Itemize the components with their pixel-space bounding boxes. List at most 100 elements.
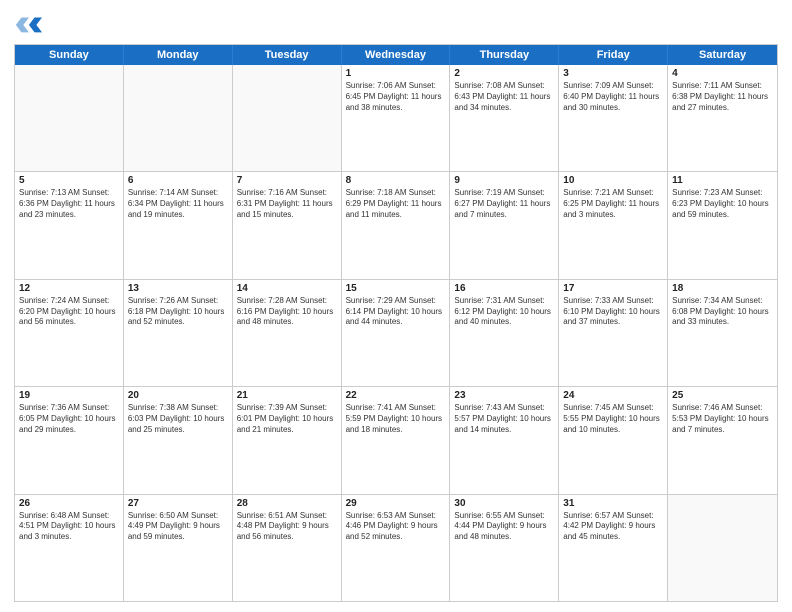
day-info: Sunrise: 6:51 AM Sunset: 4:48 PM Dayligh… bbox=[237, 511, 337, 543]
header-day-monday: Monday bbox=[124, 45, 233, 65]
day-info: Sunrise: 7:18 AM Sunset: 6:29 PM Dayligh… bbox=[346, 188, 446, 220]
day-cell-24: 24Sunrise: 7:45 AM Sunset: 5:55 PM Dayli… bbox=[559, 387, 668, 493]
day-info: Sunrise: 6:55 AM Sunset: 4:44 PM Dayligh… bbox=[454, 511, 554, 543]
day-cell-2: 2 Sunrise: 7:08 AM Sunset: 6:43 PM Daylig… bbox=[450, 65, 559, 171]
day-number: 4 bbox=[672, 68, 773, 79]
day-number: 9 bbox=[454, 175, 554, 186]
day-cell-19: 19 Sunrise: 7:36 AM Sunset: 6:05 PM Dayli… bbox=[15, 387, 124, 493]
day-info: Sunrise: 7:14 AM Sunset: 6:34 PM Dayligh… bbox=[128, 188, 228, 220]
day-info: Sunrise: 7:09 AM Sunset: 6:40 PM Dayligh… bbox=[563, 81, 663, 113]
day-cell-17: 17Sunrise: 7:33 AM Sunset: 6:10 PM Dayli… bbox=[559, 280, 668, 386]
day-number: 25 bbox=[672, 390, 773, 401]
empty-cell bbox=[15, 65, 124, 171]
day-cell-6: 6Sunrise: 7:14 AM Sunset: 6:34 PM Daylig… bbox=[124, 172, 233, 278]
day-cell-25: 25 Sunrise: 7:46 AM Sunset: 5:53 PM Dayli… bbox=[668, 387, 777, 493]
day-cell-29: 29 Sunrise: 6:53 AM Sunset: 4:46 PM Dayli… bbox=[342, 495, 451, 601]
header-day-wednesday: Wednesday bbox=[342, 45, 451, 65]
day-number: 30 bbox=[454, 498, 554, 509]
day-number: 14 bbox=[237, 283, 337, 294]
day-cell-1: 1Sunrise: 7:06 AM Sunset: 6:45 PM Daylig… bbox=[342, 65, 451, 171]
week-row-1: 5 Sunrise: 7:13 AM Sunset: 6:36 PM Daylig… bbox=[15, 171, 777, 278]
day-cell-3: 3Sunrise: 7:09 AM Sunset: 6:40 PM Daylig… bbox=[559, 65, 668, 171]
day-info: Sunrise: 7:39 AM Sunset: 6:01 PM Dayligh… bbox=[237, 403, 337, 435]
week-row-4: 26 Sunrise: 6:48 AM Sunset: 4:51 PM Dayli… bbox=[15, 494, 777, 601]
day-number: 13 bbox=[128, 283, 228, 294]
header-day-sunday: Sunday bbox=[15, 45, 124, 65]
day-number: 10 bbox=[563, 175, 663, 186]
day-info: Sunrise: 7:11 AM Sunset: 6:38 PM Dayligh… bbox=[672, 81, 773, 113]
day-number: 1 bbox=[346, 68, 446, 79]
day-number: 21 bbox=[237, 390, 337, 401]
day-number: 8 bbox=[346, 175, 446, 186]
empty-cell bbox=[233, 65, 342, 171]
day-cell-10: 10 Sunrise: 7:21 AM Sunset: 6:25 PM Dayli… bbox=[559, 172, 668, 278]
day-number: 28 bbox=[237, 498, 337, 509]
day-cell-16: 16Sunrise: 7:31 AM Sunset: 6:12 PM Dayli… bbox=[450, 280, 559, 386]
day-number: 22 bbox=[346, 390, 446, 401]
day-info: Sunrise: 7:34 AM Sunset: 6:08 PM Dayligh… bbox=[672, 296, 773, 328]
empty-cell bbox=[124, 65, 233, 171]
day-number: 27 bbox=[128, 498, 228, 509]
day-cell-22: 22 Sunrise: 7:41 AM Sunset: 5:59 PM Dayli… bbox=[342, 387, 451, 493]
day-cell-28: 28 Sunrise: 6:51 AM Sunset: 4:48 PM Dayli… bbox=[233, 495, 342, 601]
day-number: 19 bbox=[19, 390, 119, 401]
day-number: 7 bbox=[237, 175, 337, 186]
day-number: 24 bbox=[563, 390, 663, 401]
day-cell-7: 7 Sunrise: 7:16 AM Sunset: 6:31 PM Daylig… bbox=[233, 172, 342, 278]
header-day-saturday: Saturday bbox=[668, 45, 777, 65]
day-info: Sunrise: 7:41 AM Sunset: 5:59 PM Dayligh… bbox=[346, 403, 446, 435]
day-number: 5 bbox=[19, 175, 119, 186]
day-number: 15 bbox=[346, 283, 446, 294]
day-cell-15: 15 Sunrise: 7:29 AM Sunset: 6:14 PM Dayli… bbox=[342, 280, 451, 386]
day-cell-30: 30 Sunrise: 6:55 AM Sunset: 4:44 PM Dayli… bbox=[450, 495, 559, 601]
day-cell-13: 13 Sunrise: 7:26 AM Sunset: 6:18 PM Dayli… bbox=[124, 280, 233, 386]
day-cell-14: 14 Sunrise: 7:28 AM Sunset: 6:16 PM Dayli… bbox=[233, 280, 342, 386]
day-info: Sunrise: 7:26 AM Sunset: 6:18 PM Dayligh… bbox=[128, 296, 228, 328]
day-info: Sunrise: 7:38 AM Sunset: 6:03 PM Dayligh… bbox=[128, 403, 228, 435]
day-number: 2 bbox=[454, 68, 554, 79]
day-info: Sunrise: 7:43 AM Sunset: 5:57 PM Dayligh… bbox=[454, 403, 554, 435]
day-info: Sunrise: 7:29 AM Sunset: 6:14 PM Dayligh… bbox=[346, 296, 446, 328]
day-info: Sunrise: 7:21 AM Sunset: 6:25 PM Dayligh… bbox=[563, 188, 663, 220]
day-info: Sunrise: 7:46 AM Sunset: 5:53 PM Dayligh… bbox=[672, 403, 773, 435]
calendar-body: 1Sunrise: 7:06 AM Sunset: 6:45 PM Daylig… bbox=[15, 65, 777, 601]
header-day-friday: Friday bbox=[559, 45, 668, 65]
day-number: 26 bbox=[19, 498, 119, 509]
day-info: Sunrise: 7:16 AM Sunset: 6:31 PM Dayligh… bbox=[237, 188, 337, 220]
day-info: Sunrise: 7:28 AM Sunset: 6:16 PM Dayligh… bbox=[237, 296, 337, 328]
day-info: Sunrise: 7:13 AM Sunset: 6:36 PM Dayligh… bbox=[19, 188, 119, 220]
logo bbox=[14, 10, 46, 38]
logo-icon bbox=[14, 10, 42, 38]
week-row-3: 19 Sunrise: 7:36 AM Sunset: 6:05 PM Dayli… bbox=[15, 386, 777, 493]
day-number: 31 bbox=[563, 498, 663, 509]
day-info: Sunrise: 6:57 AM Sunset: 4:42 PM Dayligh… bbox=[563, 511, 663, 543]
week-row-0: 1Sunrise: 7:06 AM Sunset: 6:45 PM Daylig… bbox=[15, 65, 777, 171]
day-cell-21: 21 Sunrise: 7:39 AM Sunset: 6:01 PM Dayli… bbox=[233, 387, 342, 493]
day-cell-26: 26 Sunrise: 6:48 AM Sunset: 4:51 PM Dayli… bbox=[15, 495, 124, 601]
header-day-tuesday: Tuesday bbox=[233, 45, 342, 65]
empty-cell bbox=[668, 495, 777, 601]
day-cell-27: 27Sunrise: 6:50 AM Sunset: 4:49 PM Dayli… bbox=[124, 495, 233, 601]
day-number: 29 bbox=[346, 498, 446, 509]
week-row-2: 12Sunrise: 7:24 AM Sunset: 6:20 PM Dayli… bbox=[15, 279, 777, 386]
day-number: 23 bbox=[454, 390, 554, 401]
day-cell-4: 4 Sunrise: 7:11 AM Sunset: 6:38 PM Daylig… bbox=[668, 65, 777, 171]
day-cell-23: 23 Sunrise: 7:43 AM Sunset: 5:57 PM Dayli… bbox=[450, 387, 559, 493]
day-info: Sunrise: 7:36 AM Sunset: 6:05 PM Dayligh… bbox=[19, 403, 119, 435]
header bbox=[14, 10, 778, 38]
calendar-header: SundayMondayTuesdayWednesdayThursdayFrid… bbox=[15, 45, 777, 65]
day-number: 17 bbox=[563, 283, 663, 294]
day-info: Sunrise: 7:23 AM Sunset: 6:23 PM Dayligh… bbox=[672, 188, 773, 220]
day-cell-20: 20 Sunrise: 7:38 AM Sunset: 6:03 PM Dayli… bbox=[124, 387, 233, 493]
day-cell-31: 31 Sunrise: 6:57 AM Sunset: 4:42 PM Dayli… bbox=[559, 495, 668, 601]
day-number: 20 bbox=[128, 390, 228, 401]
day-info: Sunrise: 7:19 AM Sunset: 6:27 PM Dayligh… bbox=[454, 188, 554, 220]
page: SundayMondayTuesdayWednesdayThursdayFrid… bbox=[0, 0, 792, 612]
day-info: Sunrise: 6:53 AM Sunset: 4:46 PM Dayligh… bbox=[346, 511, 446, 543]
day-cell-11: 11Sunrise: 7:23 AM Sunset: 6:23 PM Dayli… bbox=[668, 172, 777, 278]
calendar: SundayMondayTuesdayWednesdayThursdayFrid… bbox=[14, 44, 778, 602]
day-info: Sunrise: 6:48 AM Sunset: 4:51 PM Dayligh… bbox=[19, 511, 119, 543]
day-cell-12: 12Sunrise: 7:24 AM Sunset: 6:20 PM Dayli… bbox=[15, 280, 124, 386]
day-info: Sunrise: 7:08 AM Sunset: 6:43 PM Dayligh… bbox=[454, 81, 554, 113]
header-day-thursday: Thursday bbox=[450, 45, 559, 65]
